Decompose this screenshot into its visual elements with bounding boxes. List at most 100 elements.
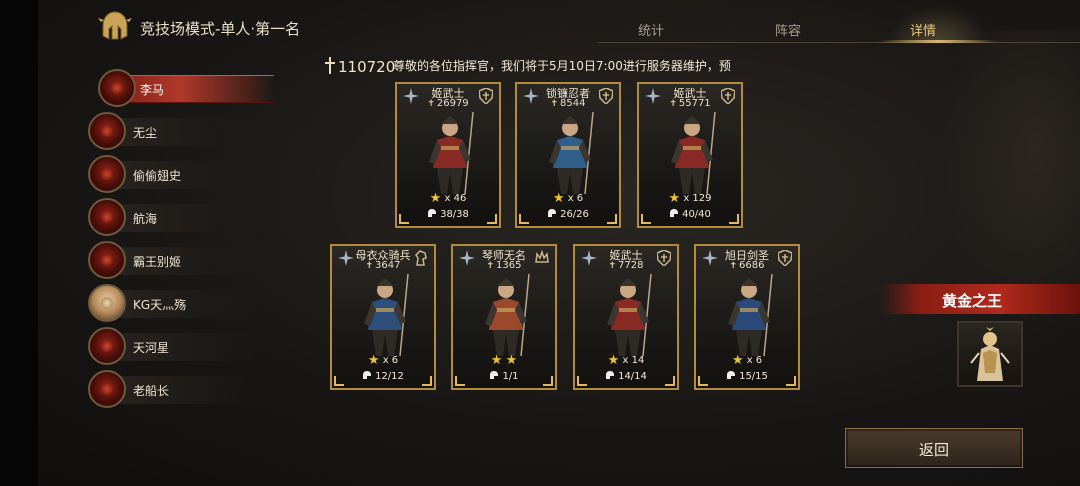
page-title: 竞技场模式-单人·第一名 (140, 20, 301, 38)
helmet-icon (548, 209, 557, 217)
helmet-icon (490, 371, 499, 379)
left-edge-shadow (0, 0, 38, 486)
player-item-4[interactable]: 霸王别姬 (88, 241, 288, 281)
card-corner (607, 214, 617, 224)
unit-card-3[interactable]: 母衣众骑兵 3647 ★ x 6 12/12 (330, 244, 436, 390)
unit-count: 14/14 (575, 370, 677, 382)
card-corner (487, 214, 497, 224)
player-item-2[interactable]: 偷偷翅史 (88, 155, 288, 195)
reward-title: 黄金之王 (942, 292, 1003, 310)
unit-count-value: 26/26 (560, 209, 589, 220)
unit-power: 7728 (575, 260, 677, 271)
unit-card-1[interactable]: 锁镰忍者 8544 ★ x 6 26/26 (515, 82, 621, 228)
unit-stars: ★ x 6 (332, 353, 434, 368)
unit-portrait (485, 273, 530, 357)
star-icon: ★ (731, 353, 744, 368)
unit-portrait (728, 273, 773, 357)
star-icon: ★ (552, 191, 565, 206)
helmet-icon (606, 371, 615, 379)
unit-card-4[interactable]: 琴师无名 1365 ★ ★ 1/1 (451, 244, 557, 390)
unit-count-value: 14/14 (618, 371, 647, 382)
spartan-helmet-icon (98, 11, 132, 40)
red-demon-avatar (98, 69, 136, 107)
unit-star-count: x 6 (746, 355, 763, 366)
red-demon-avatar (88, 370, 126, 408)
unit-power: 8544 (517, 98, 619, 109)
star-icon: ★ (490, 353, 503, 368)
unit-power: 1365 (453, 260, 555, 271)
unit-count: 38/38 (397, 208, 499, 220)
player-item-6[interactable]: 天河星 (88, 327, 288, 367)
player-name: 老船长 (133, 384, 170, 398)
unit-count: 1/1 (453, 370, 555, 382)
unit-portrait (607, 273, 652, 357)
helmet-icon (670, 209, 679, 217)
player-name: KG天灬殇 (133, 298, 187, 312)
unit-count-value: 38/38 (440, 209, 469, 220)
unit-card-0[interactable]: 姬武士 26979 ★ x 46 38/38 (395, 82, 501, 228)
total-power: 110720 (338, 58, 396, 76)
unit-count-value: 40/40 (682, 209, 711, 220)
player-row-background (108, 376, 258, 404)
portrait-avatar (88, 284, 126, 322)
unit-stars: ★ x 46 (397, 191, 499, 206)
unit-star-count: x 14 (622, 355, 645, 366)
card-corner (698, 376, 708, 386)
player-row-background (108, 333, 258, 361)
unit-count-value: 12/12 (375, 371, 404, 382)
unit-power: 26979 (397, 98, 499, 109)
unit-card-5[interactable]: 姬武士 7728 ★ x 14 14/14 (573, 244, 679, 390)
player-name: 无尘 (133, 126, 158, 140)
tab-statistics[interactable]: 统计 (611, 20, 691, 39)
player-item-0[interactable]: 李马 (88, 69, 288, 109)
unit-stars: ★ x 6 (517, 191, 619, 206)
helmet-icon (363, 371, 372, 379)
unit-portrait (364, 273, 409, 357)
golden-king-portrait-icon (970, 327, 1010, 381)
unit-stars: ★ ★ (453, 353, 555, 368)
unit-count-value: 1/1 (502, 371, 519, 382)
card-corner (665, 376, 675, 386)
player-row-background (108, 247, 258, 275)
unit-count: 26/26 (517, 208, 619, 220)
player-row-background (108, 118, 258, 146)
card-corner (641, 214, 651, 224)
card-corner (543, 376, 553, 386)
unit-count: 40/40 (639, 208, 741, 220)
card-corner (422, 376, 432, 386)
unit-count: 12/12 (332, 370, 434, 382)
red-demon-avatar (88, 112, 126, 150)
player-name: 偷偷翅史 (133, 169, 182, 183)
card-corner (334, 376, 344, 386)
unit-power: 6686 (696, 260, 798, 271)
unit-star-count: x 129 (683, 193, 712, 204)
card-corner (577, 376, 587, 386)
unit-count: 15/15 (696, 370, 798, 382)
player-item-1[interactable]: 无尘 (88, 112, 288, 152)
active-tab-underline (878, 40, 998, 43)
card-corner (729, 214, 739, 224)
helmet-icon (727, 371, 736, 379)
star-icon: ★ (505, 353, 518, 368)
player-item-7[interactable]: 老船长 (88, 370, 288, 410)
unit-stars: ★ x 14 (575, 353, 677, 368)
scrolling-notice: 尊敬的各位指挥官，我们将于5月10日7:00进行服务器维护，预 (393, 59, 731, 73)
player-row-background (108, 161, 258, 189)
player-name: 天河星 (133, 341, 170, 355)
card-corner (786, 376, 796, 386)
unit-card-6[interactable]: 旭日剑圣 6686 ★ x 6 15/15 (694, 244, 800, 390)
unit-portrait (429, 111, 474, 195)
player-item-5[interactable]: KG天灬殇 (88, 284, 288, 324)
red-demon-avatar (88, 327, 126, 365)
back-button[interactable]: 返回 (845, 428, 1023, 468)
red-demon-avatar (88, 198, 126, 236)
card-corner (399, 214, 409, 224)
player-item-3[interactable]: 航海 (88, 198, 288, 238)
unit-power: 55771 (639, 98, 741, 109)
player-name: 航海 (133, 212, 158, 226)
reward-item[interactable] (957, 321, 1023, 387)
star-icon: ★ (429, 191, 442, 206)
tab-details[interactable]: 详情 (883, 20, 963, 39)
unit-card-2[interactable]: 姬武士 55771 ★ x 129 40/40 (637, 82, 743, 228)
tab-lineup[interactable]: 阵容 (748, 20, 828, 39)
